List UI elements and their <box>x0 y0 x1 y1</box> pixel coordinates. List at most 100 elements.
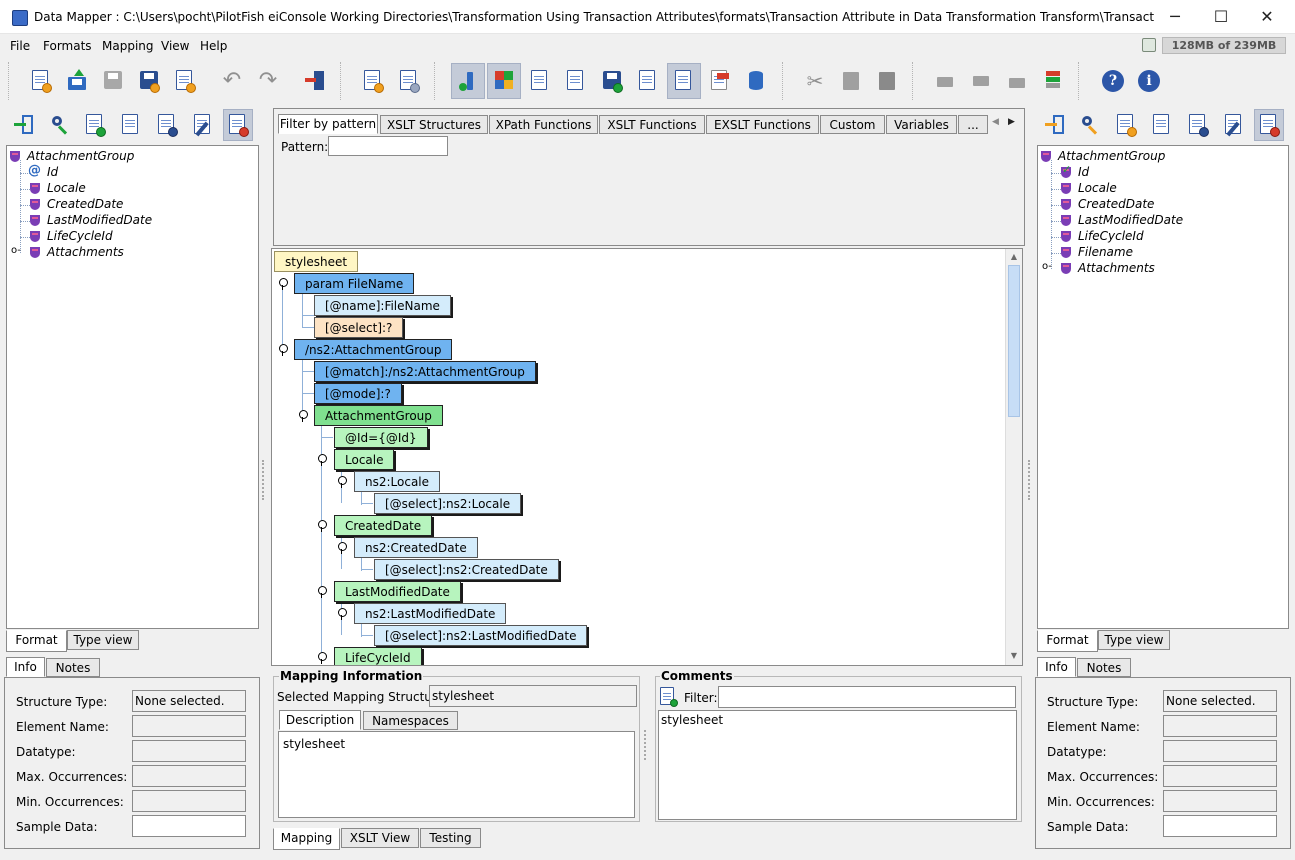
tab-scroll-right-icon[interactable]: ▶ <box>1008 117 1015 127</box>
collapse-pin-icon[interactable] <box>337 476 347 488</box>
tab-testing[interactable]: Testing <box>420 828 481 848</box>
mapping-node[interactable]: ns2:CreatedDate <box>354 537 478 558</box>
mapping-node[interactable]: [@match]:/ns2:AttachmentGroup <box>314 361 536 382</box>
comments-textarea[interactable]: stylesheet <box>658 710 1017 820</box>
tab-more[interactable]: ... <box>958 115 988 134</box>
mapping-node[interactable]: param FileName <box>294 273 415 294</box>
save-button[interactable] <box>96 63 130 99</box>
database-button[interactable] <box>739 63 773 99</box>
tab-custom[interactable]: Custom <box>820 115 885 134</box>
xslt-source-button[interactable] <box>559 63 593 99</box>
tree-node[interactable]: Locale <box>1078 181 1117 195</box>
collapse-pin-icon[interactable] <box>337 542 347 554</box>
mapping-node[interactable]: [@select]:? <box>314 317 404 338</box>
structure-settings-button[interactable] <box>392 63 426 99</box>
exit-button[interactable] <box>298 63 332 99</box>
tab-exslt-functions[interactable]: EXSLT Functions <box>706 115 819 134</box>
stack-view-button[interactable] <box>631 63 665 99</box>
tab-type-view-left[interactable]: Type view <box>67 630 139 650</box>
tree-node[interactable]: Id <box>47 165 58 179</box>
mapping-node[interactable]: AttachmentGroup <box>314 405 443 426</box>
tree-node[interactable]: Locale <box>47 181 86 195</box>
collapse-pin-icon[interactable] <box>317 652 327 664</box>
tab-notes-left[interactable]: Notes <box>46 658 100 677</box>
tree-node[interactable]: Attachments <box>1078 261 1155 275</box>
garbage-collect-icon[interactable] <box>1142 38 1156 52</box>
collapse-pin-icon[interactable] <box>317 454 327 466</box>
tab-scroll-left-icon[interactable]: ◀ <box>992 117 999 127</box>
cut-button[interactable]: ✂ <box>798 63 832 99</box>
table-view-button[interactable] <box>703 63 737 99</box>
mapping-node[interactable]: [@name]:FileName <box>314 295 451 316</box>
move-center-button[interactable] <box>964 63 998 99</box>
attribute-view-button[interactable] <box>667 63 701 99</box>
minimize-button[interactable]: ─ <box>1152 0 1198 34</box>
tab-notes-right[interactable]: Notes <box>1077 658 1131 677</box>
redo-button[interactable]: ↷ <box>251 63 285 99</box>
tree-node[interactable]: LastModifiedDate <box>47 213 152 227</box>
save-xslt-button[interactable] <box>595 63 629 99</box>
tab-format-left[interactable]: Format <box>6 630 67 652</box>
sample-data-field[interactable] <box>1163 815 1277 837</box>
tree-node[interactable]: AttachmentGroup <box>1058 149 1165 163</box>
right-edit-button[interactable] <box>1219 109 1249 141</box>
mapping-node[interactable]: [@select]:ns2:CreatedDate <box>374 559 559 580</box>
mapping-node[interactable]: /ns2:AttachmentGroup <box>294 339 453 360</box>
tab-format-right[interactable]: Format <box>1037 630 1098 652</box>
mapping-node[interactable]: LastModifiedDate <box>334 581 461 602</box>
collapse-pin-icon[interactable] <box>278 278 288 290</box>
mapping-scrollbar[interactable]: ▲ ▼ <box>1005 249 1022 665</box>
mapping-node[interactable]: Locale <box>334 449 395 470</box>
scroll-down-icon[interactable]: ▼ <box>1007 649 1021 663</box>
mapping-node[interactable]: ns2:Locale <box>354 471 441 492</box>
export-xls-button[interactable] <box>168 63 202 99</box>
right-select-button[interactable] <box>1254 109 1284 141</box>
tab-info-right[interactable]: Info <box>1037 657 1076 677</box>
add-structure-button[interactable] <box>356 63 390 99</box>
tree-node[interactable]: Attachments <box>47 245 124 259</box>
tab-filter-by-pattern[interactable]: Filter by pattern <box>278 114 378 134</box>
close-button[interactable]: ✕ <box>1244 0 1290 34</box>
open-button[interactable] <box>60 63 94 99</box>
comments-filter-input[interactable] <box>718 686 1016 708</box>
tab-namespaces[interactable]: Namespaces <box>363 711 458 730</box>
left-import-button[interactable] <box>9 109 39 141</box>
menu-view[interactable]: View <box>161 39 189 53</box>
left-splitter[interactable] <box>262 460 266 500</box>
scroll-thumb[interactable] <box>1008 265 1020 417</box>
left-search-button[interactable] <box>45 109 75 141</box>
target-tree[interactable]: AttachmentGroup ✓ Id Locale CreatedDate … <box>1037 145 1289 629</box>
about-button[interactable]: i <box>1132 63 1166 99</box>
tree-node[interactable]: LifeCycleId <box>47 229 113 243</box>
left-list-button[interactable] <box>80 109 110 141</box>
right-splitter[interactable] <box>1028 460 1032 500</box>
right-search-button[interactable] <box>1075 109 1105 141</box>
tree-node[interactable]: Id <box>1078 165 1089 179</box>
mapping-node[interactable]: LifeCycleId <box>334 647 422 665</box>
tab-mapping[interactable]: Mapping <box>273 828 340 850</box>
move-down-button[interactable] <box>1000 63 1034 99</box>
tab-xpath-functions[interactable]: XPath Functions <box>489 115 598 134</box>
collapse-pin-icon[interactable] <box>317 520 327 532</box>
undo-button[interactable]: ↶ <box>215 63 249 99</box>
expand-handle-icon[interactable]: o- <box>11 245 21 256</box>
tree-node[interactable]: CreatedDate <box>1078 197 1154 211</box>
mapping-node[interactable]: [@select]:ns2:LastModifiedDate <box>374 625 588 646</box>
move-up-button[interactable] <box>928 63 962 99</box>
left-tree-button[interactable] <box>116 109 146 141</box>
description-textarea[interactable]: stylesheet <box>278 731 635 818</box>
paste-button[interactable] <box>870 63 904 99</box>
left-find-button[interactable] <box>152 109 182 141</box>
tree-node[interactable]: LifeCycleId <box>1078 229 1144 243</box>
bottom-splitter[interactable] <box>644 730 648 760</box>
left-select-button[interactable] <box>223 109 253 141</box>
tree-node[interactable]: LastModifiedDate <box>1078 213 1183 227</box>
mapping-node[interactable]: ns2:LastModifiedDate <box>354 603 507 624</box>
mapping-node[interactable]: [@select]:ns2:Locale <box>374 493 522 514</box>
sample-data-field[interactable] <box>132 815 246 837</box>
collapse-pin-icon[interactable] <box>337 608 347 620</box>
menu-formats[interactable]: Formats <box>43 39 92 53</box>
maximize-button[interactable]: ☐ <box>1198 0 1244 34</box>
color-toggle-button[interactable] <box>487 63 521 99</box>
copy-button[interactable] <box>834 63 868 99</box>
